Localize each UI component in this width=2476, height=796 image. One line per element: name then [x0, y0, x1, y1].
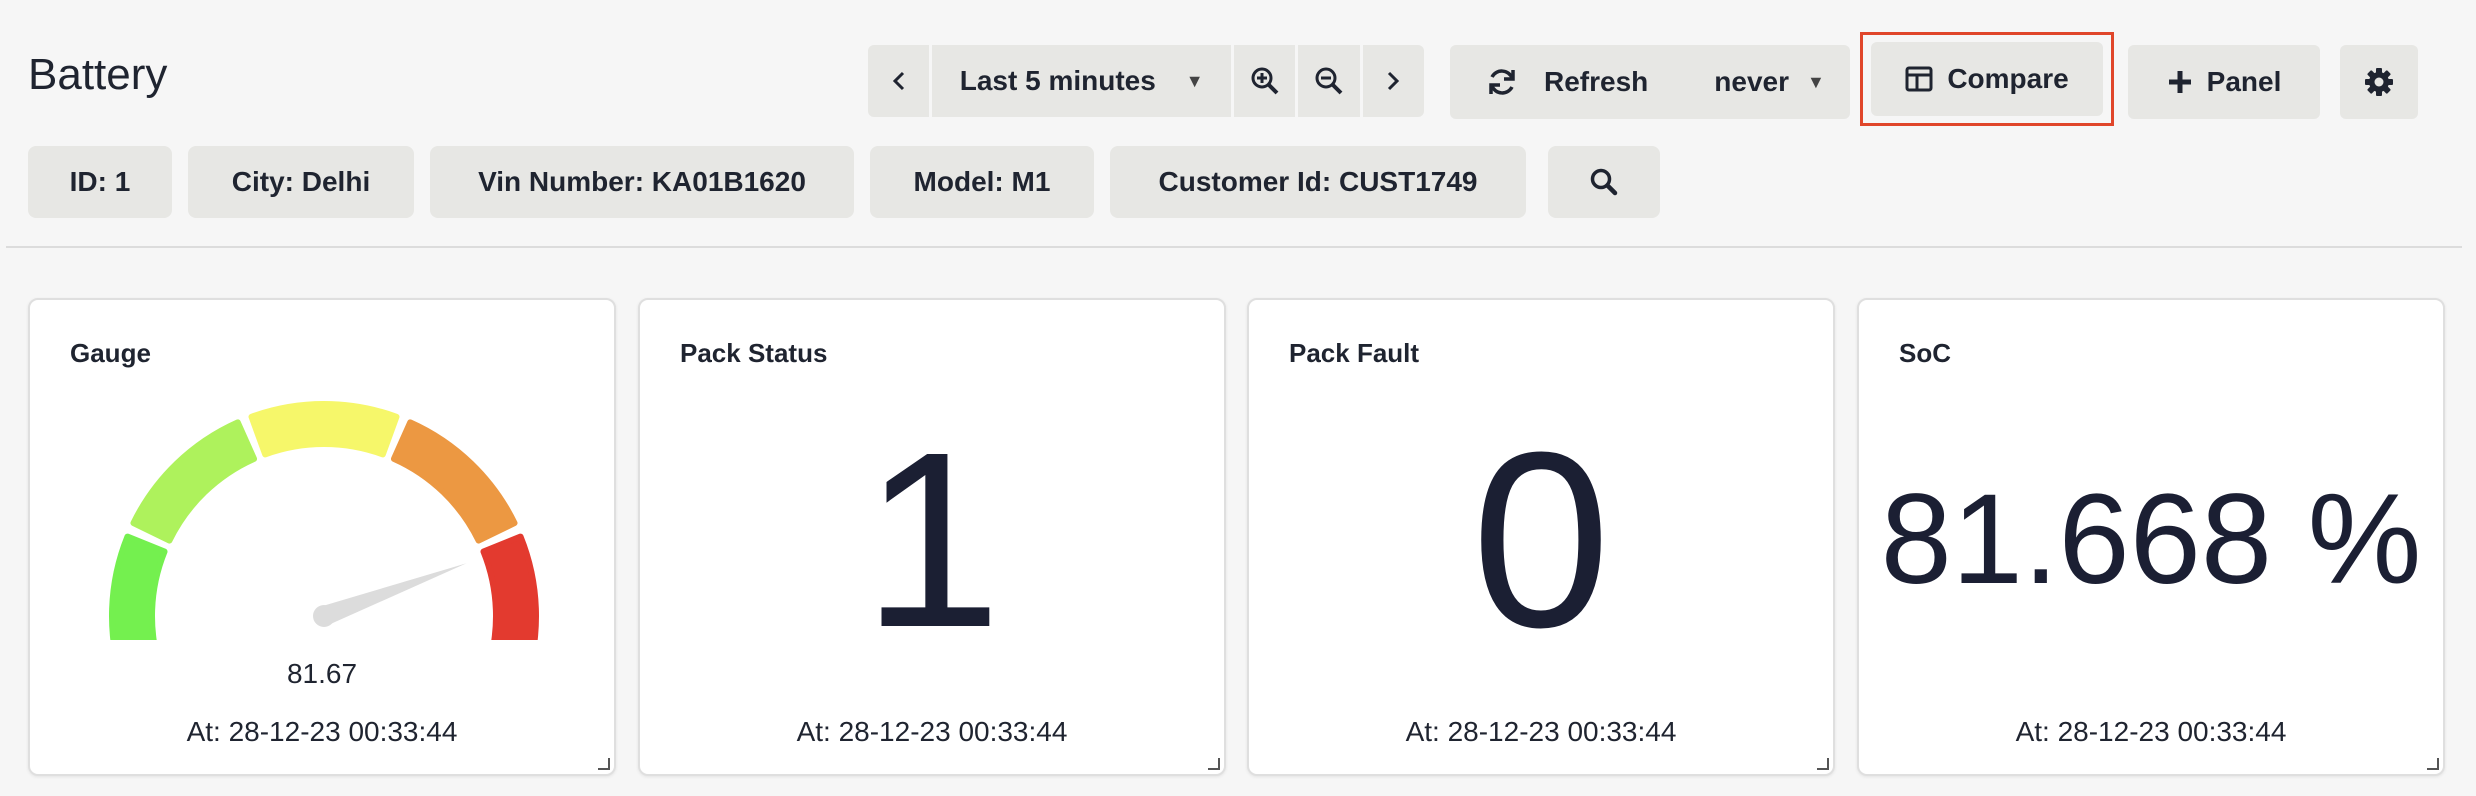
filter-chip-label: ID: 1 [69, 166, 131, 197]
panel-gauge[interactable]: Gauge 81.67 At: 28-12-23 00:33:44 [28, 298, 616, 776]
filter-chip-label: Customer Id: CUST1749 [1158, 166, 1478, 197]
search-icon [1590, 168, 1618, 196]
columns-icon [1905, 66, 1933, 92]
stat-value: 81.668 % [1880, 468, 2422, 611]
filter-chip-vin[interactable]: Vin Number: KA01B1620 [430, 146, 854, 218]
filter-chip-id[interactable]: ID: 1 [28, 146, 172, 218]
panel-timestamp: At: 28-12-23 00:33:44 [796, 716, 1068, 747]
resize-handle[interactable] [2427, 758, 2439, 770]
refresh-interval-value: never [1714, 66, 1789, 97]
gauge-chart [109, 401, 539, 640]
resize-handle[interactable] [1817, 758, 1829, 770]
gauge-segment [109, 533, 168, 640]
page-title: Battery [28, 50, 168, 99]
gauge-value: 81.67 [286, 658, 358, 689]
next-range-button[interactable] [1362, 45, 1425, 117]
resize-handle[interactable] [598, 758, 610, 770]
zoom-in-button[interactable] [1234, 45, 1296, 117]
filter-chip-label: Model: M1 [913, 166, 1051, 197]
stat-value: 1 [862, 400, 1002, 679]
panel-pack-fault[interactable]: Pack Fault 0 At: 28-12-23 00:33:44 [1247, 298, 1835, 776]
stat-value: 0 [1471, 400, 1611, 679]
panel-soc[interactable]: SoC 81.668 % At: 28-12-23 00:33:44 [1857, 298, 2445, 776]
compare-label: Compare [1947, 63, 2069, 94]
chevron-right-icon [1388, 71, 1400, 91]
zoom-out-button[interactable] [1298, 45, 1360, 117]
filter-search-button[interactable] [1548, 146, 1660, 218]
refresh-button[interactable]: Refresh [1544, 66, 1648, 98]
filter-chip-customer[interactable]: Customer Id: CUST1749 [1110, 146, 1526, 218]
plus-icon [2168, 71, 2191, 93]
panel-timestamp: At: 28-12-23 00:33:44 [186, 716, 458, 747]
panel-pack-status[interactable]: Pack Status 1 At: 28-12-23 00:33:44 [638, 298, 1226, 776]
caret-down-icon: ▼ [1185, 70, 1204, 91]
panel-title: Gauge [70, 338, 151, 368]
header-divider [6, 246, 2462, 248]
filter-chip-label: Vin Number: KA01B1620 [478, 166, 806, 197]
time-range-controls: Last 5 minutes ▼ [868, 45, 1425, 117]
compare-highlight: Compare [1860, 32, 2114, 126]
filter-chip-city[interactable]: City: Delhi [188, 146, 414, 218]
previous-range-button[interactable] [868, 45, 930, 117]
gauge-segment [480, 533, 539, 640]
chevron-left-icon [892, 71, 904, 91]
refresh-interval-select[interactable]: never ▼ [1714, 66, 1825, 98]
panel-timestamp: At: 28-12-23 00:33:44 [2015, 716, 2287, 747]
panel-timestamp: At: 28-12-23 00:33:44 [1405, 716, 1677, 747]
panel-title: SoC [1899, 338, 1951, 368]
panel-title: Pack Fault [1289, 338, 1420, 368]
zoom-in-icon [1251, 67, 1279, 95]
gauge-segment [248, 401, 400, 458]
compare-button[interactable]: Compare [1871, 42, 2103, 116]
resize-handle[interactable] [1208, 758, 1220, 770]
refresh-icon[interactable] [1486, 66, 1518, 98]
gauge-segment [130, 419, 258, 544]
filter-chip-model[interactable]: Model: M1 [870, 146, 1094, 218]
zoom-out-icon [1315, 67, 1343, 95]
time-range-picker[interactable]: Last 5 minutes ▼ [932, 45, 1232, 117]
settings-button[interactable] [2340, 45, 2418, 119]
gauge-segment [390, 419, 518, 544]
gauge-needle [320, 563, 467, 626]
filter-chip-label: City: Delhi [231, 166, 371, 197]
time-range-label: Last 5 minutes [959, 65, 1156, 96]
refresh-controls: Refresh never ▼ [1450, 45, 1850, 119]
caret-down-icon: ▼ [1806, 71, 1825, 92]
panel-title: Pack Status [680, 338, 828, 368]
add-panel-button[interactable]: Panel [2128, 45, 2320, 119]
add-panel-label: Panel [2206, 66, 2282, 97]
gear-icon [2365, 68, 2393, 96]
gauge-hub [313, 605, 335, 627]
